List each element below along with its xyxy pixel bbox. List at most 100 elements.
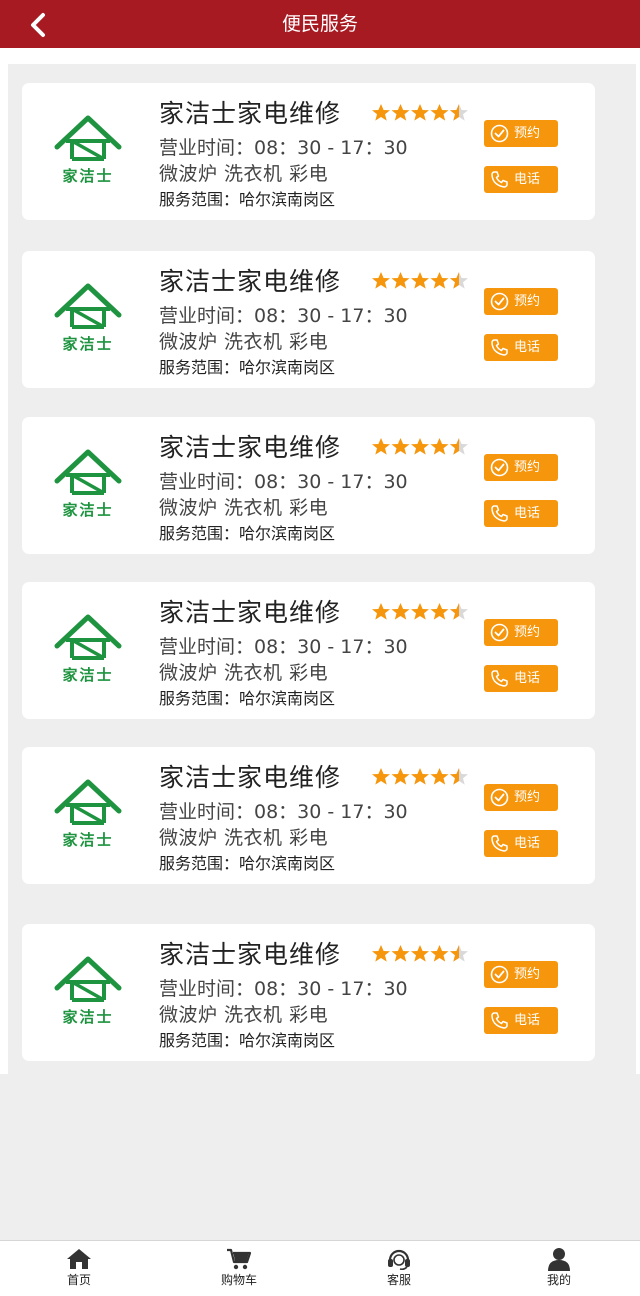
- call-button-label: 电话: [514, 172, 541, 187]
- star-half-icon: [450, 945, 468, 962]
- service-categories: 微波炉 洗衣机 彩电: [159, 163, 329, 185]
- company-logo: 家洁士: [52, 614, 124, 686]
- cart-icon: [226, 1247, 252, 1271]
- tab-label: 我的: [546, 1273, 571, 1287]
- listing-card[interactable]: 家洁士 家洁士家电维修 营业时间：08：30 - 17：30 微波炉 洗衣机 彩…: [22, 251, 595, 388]
- book-button[interactable]: 预约: [484, 454, 558, 481]
- listing-card[interactable]: 家洁士 家洁士家电维修 营业时间：08：30 - 17：30 微波炉 洗衣机 彩…: [22, 582, 595, 719]
- listing-card[interactable]: 家洁士 家洁士家电维修 营业时间：08：30 - 17：30 微波炉 洗衣机 彩…: [22, 417, 595, 554]
- call-button-label: 电话: [514, 671, 541, 686]
- logo-text: 家洁士: [62, 666, 114, 684]
- service-categories: 微波炉 洗衣机 彩电: [159, 827, 329, 849]
- service-categories: 微波炉 洗衣机 彩电: [159, 497, 329, 519]
- headset-icon: [386, 1247, 412, 1271]
- call-button-label: 电话: [514, 836, 541, 851]
- star-half-icon: [450, 768, 468, 785]
- listing-card[interactable]: 家洁士 家洁士家电维修 营业时间：08：30 - 17：30 微波炉 洗衣机 彩…: [22, 924, 595, 1061]
- phone-icon: [490, 669, 509, 688]
- listing-card[interactable]: 家洁士 家洁士家电维修 营业时间：08：30 - 17：30 微波炉 洗衣机 彩…: [22, 747, 595, 884]
- star-full-icon: [411, 603, 429, 620]
- star-full-icon: [372, 438, 390, 455]
- home-icon: [66, 1247, 92, 1271]
- star-full-icon: [430, 603, 449, 620]
- page-title: 便民服务: [281, 13, 358, 35]
- listing-card[interactable]: 家洁士 家洁士家电维修 营业时间：08：30 - 17：30 微波炉 洗衣机 彩…: [22, 83, 595, 220]
- call-button[interactable]: 电话: [484, 830, 558, 857]
- logo-text: 家洁士: [62, 1008, 114, 1026]
- business-hours: 营业时间：08：30 - 17：30: [159, 137, 408, 159]
- star-full-icon: [430, 438, 449, 455]
- phone-icon: [490, 170, 509, 189]
- rating-stars: [371, 766, 471, 788]
- rating-stars: [371, 436, 471, 458]
- service-area: 服务范围：哈尔滨南岗区: [159, 854, 336, 873]
- star-full-icon: [372, 768, 390, 785]
- logo-text: 家洁士: [62, 167, 114, 185]
- tab-label: 客服: [386, 1273, 411, 1287]
- star-half-icon: [450, 104, 468, 121]
- logo-text: 家洁士: [62, 831, 114, 849]
- book-button[interactable]: 预约: [484, 120, 558, 147]
- tab-mine[interactable]: 我的: [499, 1241, 619, 1296]
- company-logo: 家洁士: [52, 779, 124, 851]
- top-bar: 便民服务: [0, 0, 640, 48]
- empty-area: [0, 1074, 640, 1240]
- call-button-label: 电话: [514, 506, 541, 521]
- business-hours: 营业时间：08：30 - 17：30: [159, 636, 408, 658]
- call-button[interactable]: 电话: [484, 500, 558, 527]
- service-area: 服务范围：哈尔滨南岗区: [159, 1031, 336, 1050]
- call-button-label: 电话: [514, 1013, 541, 1028]
- phone-icon: [490, 504, 509, 523]
- book-button-label: 预约: [514, 294, 541, 309]
- bottom-tab-bar: 首页 购物车 客服 我的: [0, 1240, 640, 1296]
- book-button-label: 预约: [514, 625, 541, 640]
- company-logo: 家洁士: [52, 956, 124, 1028]
- phone-icon: [490, 1011, 509, 1030]
- star-full-icon: [391, 272, 410, 289]
- logo-text: 家洁士: [62, 501, 114, 519]
- star-full-icon: [430, 945, 449, 962]
- rating-stars: [371, 601, 471, 623]
- tab-service[interactable]: 客服: [339, 1241, 459, 1296]
- book-button[interactable]: 预约: [484, 288, 558, 315]
- call-button[interactable]: 电话: [484, 1007, 558, 1034]
- business-hours: 营业时间：08：30 - 17：30: [159, 978, 408, 1000]
- star-full-icon: [411, 104, 429, 121]
- book-button-label: 预约: [514, 460, 541, 475]
- star-half-icon: [450, 438, 468, 455]
- star-full-icon: [411, 768, 429, 785]
- check-circle-icon: [490, 124, 509, 143]
- check-circle-icon: [490, 788, 509, 807]
- check-circle-icon: [490, 458, 509, 477]
- business-hours: 营业时间：08：30 - 17：30: [159, 801, 408, 823]
- call-button-label: 电话: [514, 340, 541, 355]
- star-full-icon: [372, 104, 390, 121]
- business-hours: 营业时间：08：30 - 17：30: [159, 471, 408, 493]
- call-button[interactable]: 电话: [484, 334, 558, 361]
- book-button[interactable]: 预约: [484, 619, 558, 646]
- tab-cart[interactable]: 购物车: [179, 1241, 299, 1296]
- book-button[interactable]: 预约: [484, 784, 558, 811]
- star-half-icon: [450, 272, 468, 289]
- service-categories: 微波炉 洗衣机 彩电: [159, 331, 329, 353]
- star-full-icon: [411, 438, 429, 455]
- business-hours: 营业时间：08：30 - 17：30: [159, 305, 408, 327]
- call-button[interactable]: 电话: [484, 166, 558, 193]
- business-name: 家洁士家电维修: [159, 99, 342, 128]
- tab-home[interactable]: 首页: [19, 1241, 139, 1296]
- star-full-icon: [430, 104, 449, 121]
- business-name: 家洁士家电维修: [159, 763, 342, 792]
- check-circle-icon: [490, 623, 509, 642]
- service-area: 服务范围：哈尔滨南岗区: [159, 190, 336, 209]
- service-categories: 微波炉 洗衣机 彩电: [159, 1004, 329, 1026]
- book-button[interactable]: 预约: [484, 961, 558, 988]
- star-full-icon: [430, 768, 449, 785]
- star-half-icon: [450, 603, 468, 620]
- call-button[interactable]: 电话: [484, 665, 558, 692]
- star-full-icon: [391, 768, 410, 785]
- star-full-icon: [391, 603, 410, 620]
- star-full-icon: [391, 104, 410, 121]
- star-full-icon: [411, 945, 429, 962]
- phone-icon: [490, 834, 509, 853]
- book-button-label: 预约: [514, 790, 541, 805]
